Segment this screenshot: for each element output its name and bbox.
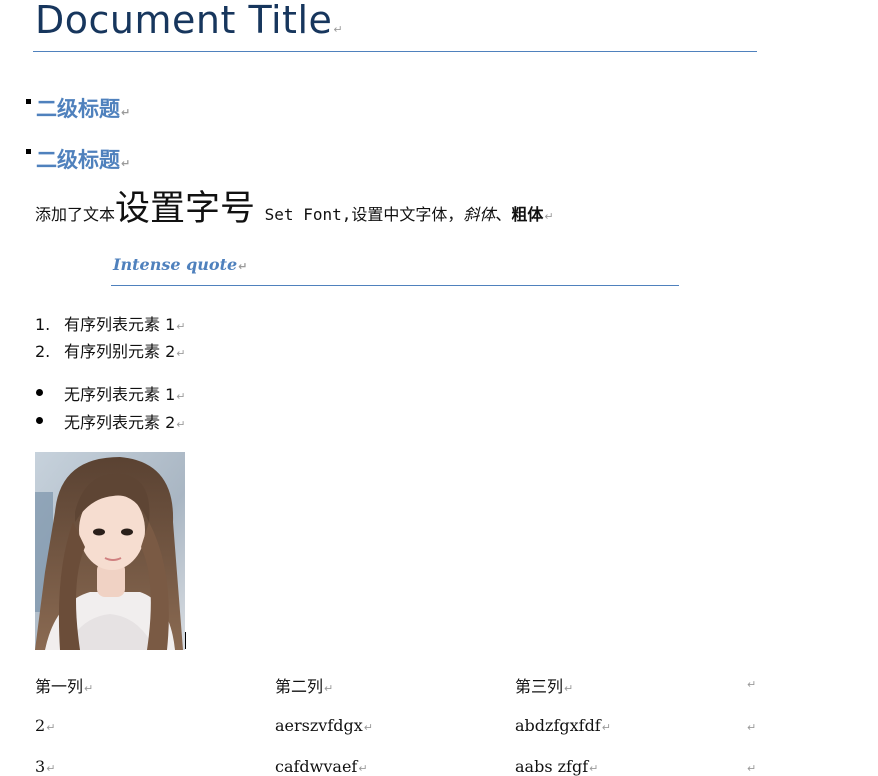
- title-underline: [33, 51, 757, 52]
- row-end-mark: ↵: [747, 762, 757, 775]
- unordered-list-item: 无序列表元素 1↵: [64, 385, 186, 404]
- list-number: 1.: [35, 315, 51, 334]
- paragraph-mark: ↵: [176, 418, 186, 431]
- intense-quote: Intense quote↵: [113, 255, 248, 274]
- row-end-mark: ↵: [747, 678, 757, 691]
- table-cell: aerszvfdgx↵: [275, 716, 373, 735]
- text-cursor: [185, 632, 186, 649]
- heading-bullet-icon: [26, 149, 31, 154]
- document-title: Document Title↵: [35, 0, 344, 42]
- paragraph-mark: ↵: [176, 390, 186, 403]
- heading-bullet-icon: [26, 99, 31, 104]
- formatted-paragraph: 添加了文本设置字号 Set Font,设置中文字体，斜体、粗体↵: [35, 180, 554, 231]
- table-header-cell: 第一列↵: [35, 677, 94, 696]
- large-text: 设置字号: [115, 189, 256, 229]
- heading-level-2: 二级标题↵: [36, 148, 131, 172]
- paragraph-mark: ↵: [121, 157, 131, 170]
- paragraph-mark: ↵: [589, 762, 599, 775]
- table-cell: cafdwvaef↵: [275, 757, 368, 776]
- italic-text: 斜体: [463, 205, 496, 224]
- paragraph-mark: ↵: [121, 106, 131, 119]
- text-separator: 、: [495, 205, 512, 224]
- list-number: 2.: [35, 342, 51, 361]
- paragraph-mark: ↵: [564, 682, 574, 695]
- mono-text: Set Font,: [255, 205, 352, 224]
- paragraph-mark: ↵: [333, 23, 344, 36]
- table-cell: abdzfgxfdf↵: [515, 716, 611, 735]
- paragraph-mark: ↵: [544, 210, 554, 223]
- bold-text: 粗体: [511, 205, 544, 224]
- paragraph-mark: ↵: [238, 260, 248, 273]
- ordered-list-item: 1. 有序列表元素 1↵: [35, 311, 186, 335]
- table-header-cell: 第三列↵: [515, 677, 574, 696]
- paragraph-mark: ↵: [46, 721, 56, 734]
- paragraph-mark: ↵: [176, 320, 186, 333]
- bullet-icon: [36, 417, 43, 424]
- table-header-cell: 第二列↵: [275, 677, 334, 696]
- paragraph-mark: ↵: [84, 682, 94, 695]
- list-item-text: 有序列别元素 2: [64, 342, 176, 361]
- text-middle: 设置中文字体，: [351, 205, 464, 224]
- ordered-list-item: 2. 有序列别元素 2↵: [35, 338, 186, 362]
- bullet-icon: [36, 389, 43, 396]
- text-prefix: 添加了文本: [35, 205, 116, 224]
- paragraph-mark: ↵: [324, 682, 334, 695]
- portrait-photo[interactable]: [35, 452, 185, 650]
- paragraph-mark: ↵: [363, 721, 373, 734]
- table-cell: 2↵: [35, 716, 56, 735]
- table-cell: aabs zfgf↵: [515, 757, 599, 776]
- paragraph-mark: ↵: [358, 762, 368, 775]
- table-cell: 3↵: [35, 757, 56, 776]
- heading-level-2: 二级标题↵: [36, 97, 131, 121]
- paragraph-mark: ↵: [176, 347, 186, 360]
- paragraph-mark: ↵: [601, 721, 611, 734]
- quote-underline: [111, 285, 679, 286]
- row-end-mark: ↵: [747, 721, 757, 734]
- unordered-list-item: 无序列表元素 2↵: [64, 413, 186, 432]
- list-item-text: 有序列表元素 1: [64, 315, 176, 334]
- paragraph-mark: ↵: [46, 762, 56, 775]
